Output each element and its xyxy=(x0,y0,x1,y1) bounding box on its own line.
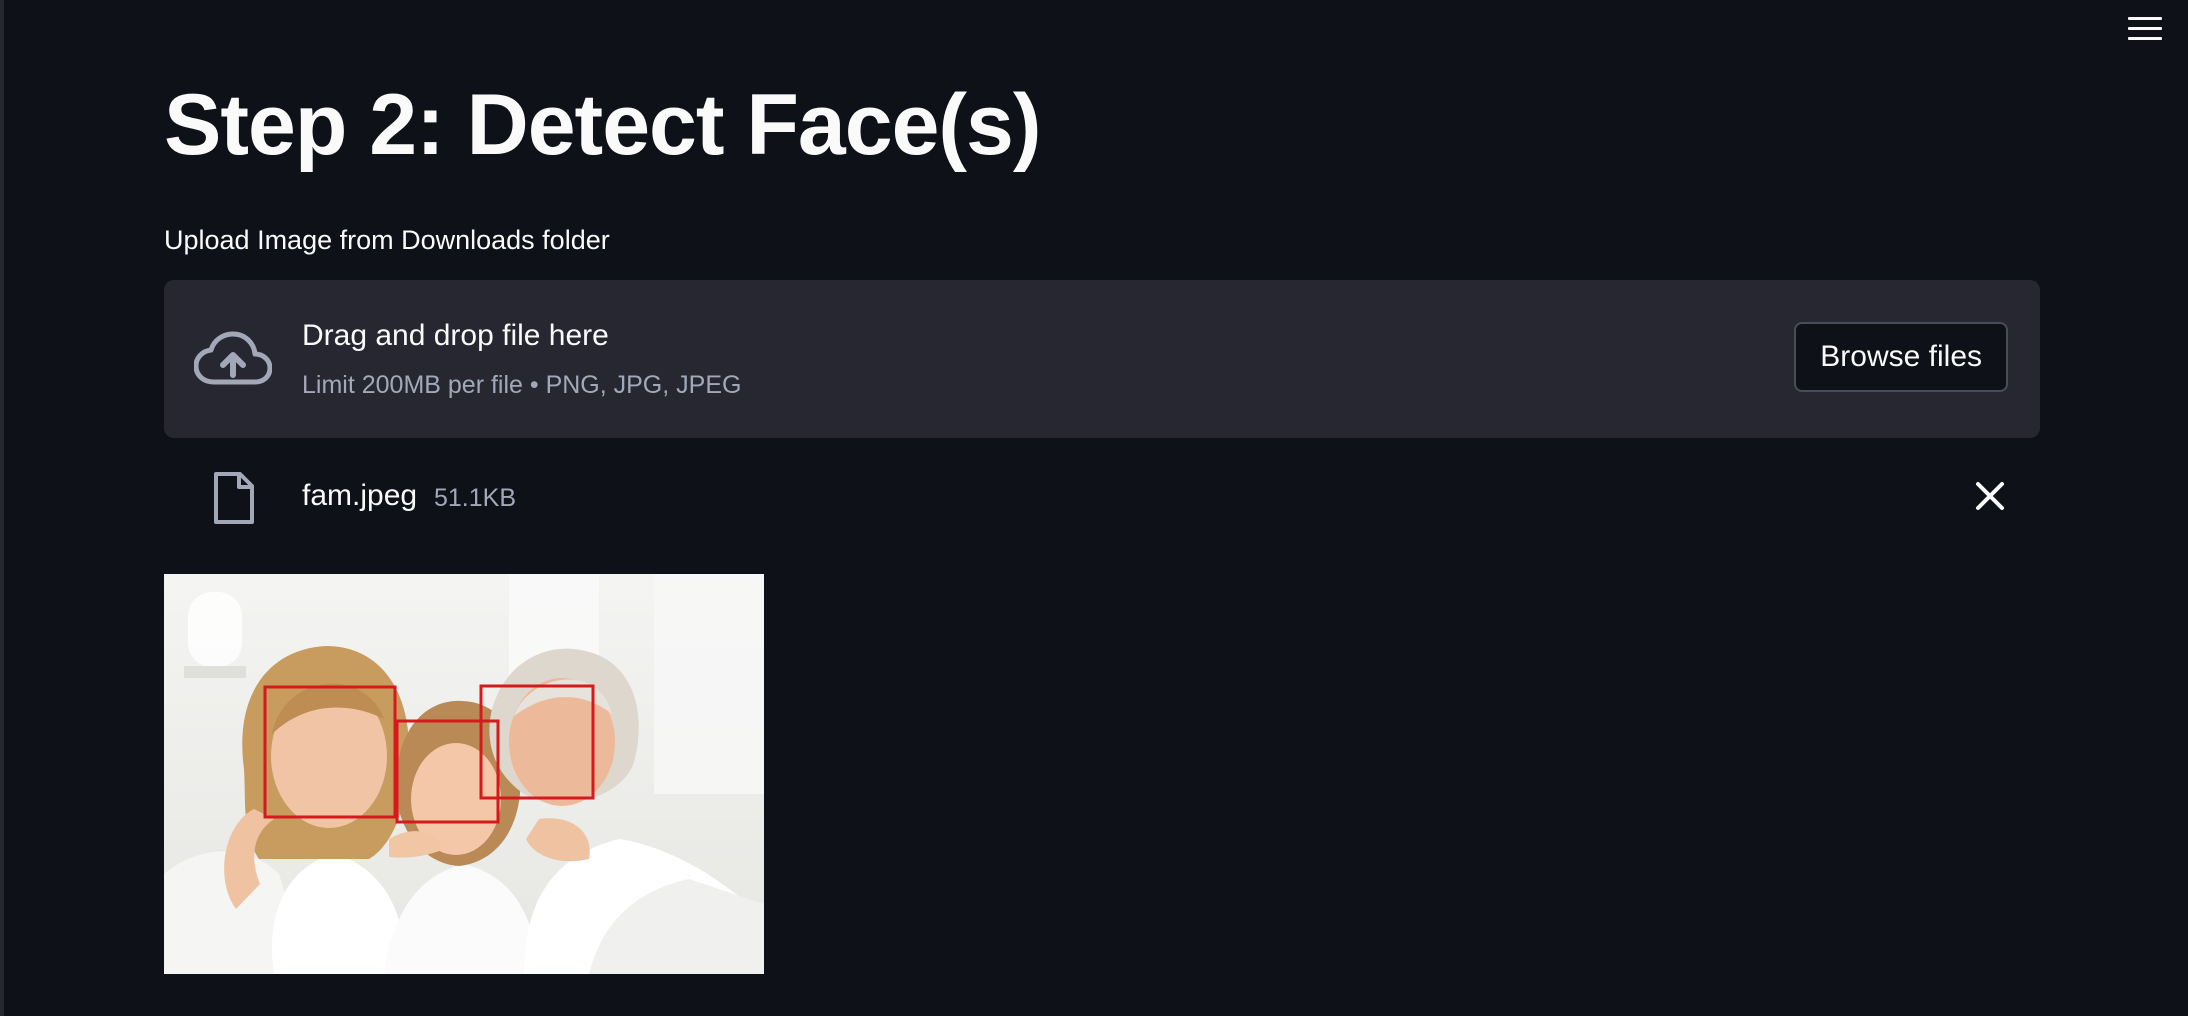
uploaded-file-row: fam.jpeg 51.1KB xyxy=(164,468,2040,524)
dropzone-instructions: Drag and drop file here xyxy=(302,319,609,352)
dropzone-limit-text: Limit 200MB per file • PNG, JPG, JPEG xyxy=(302,371,742,399)
cloud-upload-icon xyxy=(194,331,272,385)
main-menu-button[interactable] xyxy=(2128,12,2162,44)
uploaded-file-size: 51.1KB xyxy=(434,484,517,512)
file-dropzone[interactable]: Drag and drop file here Limit 200MB per … xyxy=(164,280,2040,438)
uploaded-file-name: fam.jpeg xyxy=(302,479,418,512)
uploader-label: Upload Image from Downloads folder xyxy=(164,225,610,255)
file-icon xyxy=(214,472,254,524)
detected-faces-image xyxy=(164,574,764,974)
close-icon[interactable] xyxy=(1970,476,2010,516)
hamburger-menu-icon xyxy=(2128,16,2162,20)
family-photo xyxy=(164,574,764,974)
sidebar-edge xyxy=(0,0,4,1016)
page-title: Step 2: Detect Face(s) xyxy=(164,77,1042,173)
browse-files-button[interactable]: Browse files xyxy=(1794,322,2008,392)
